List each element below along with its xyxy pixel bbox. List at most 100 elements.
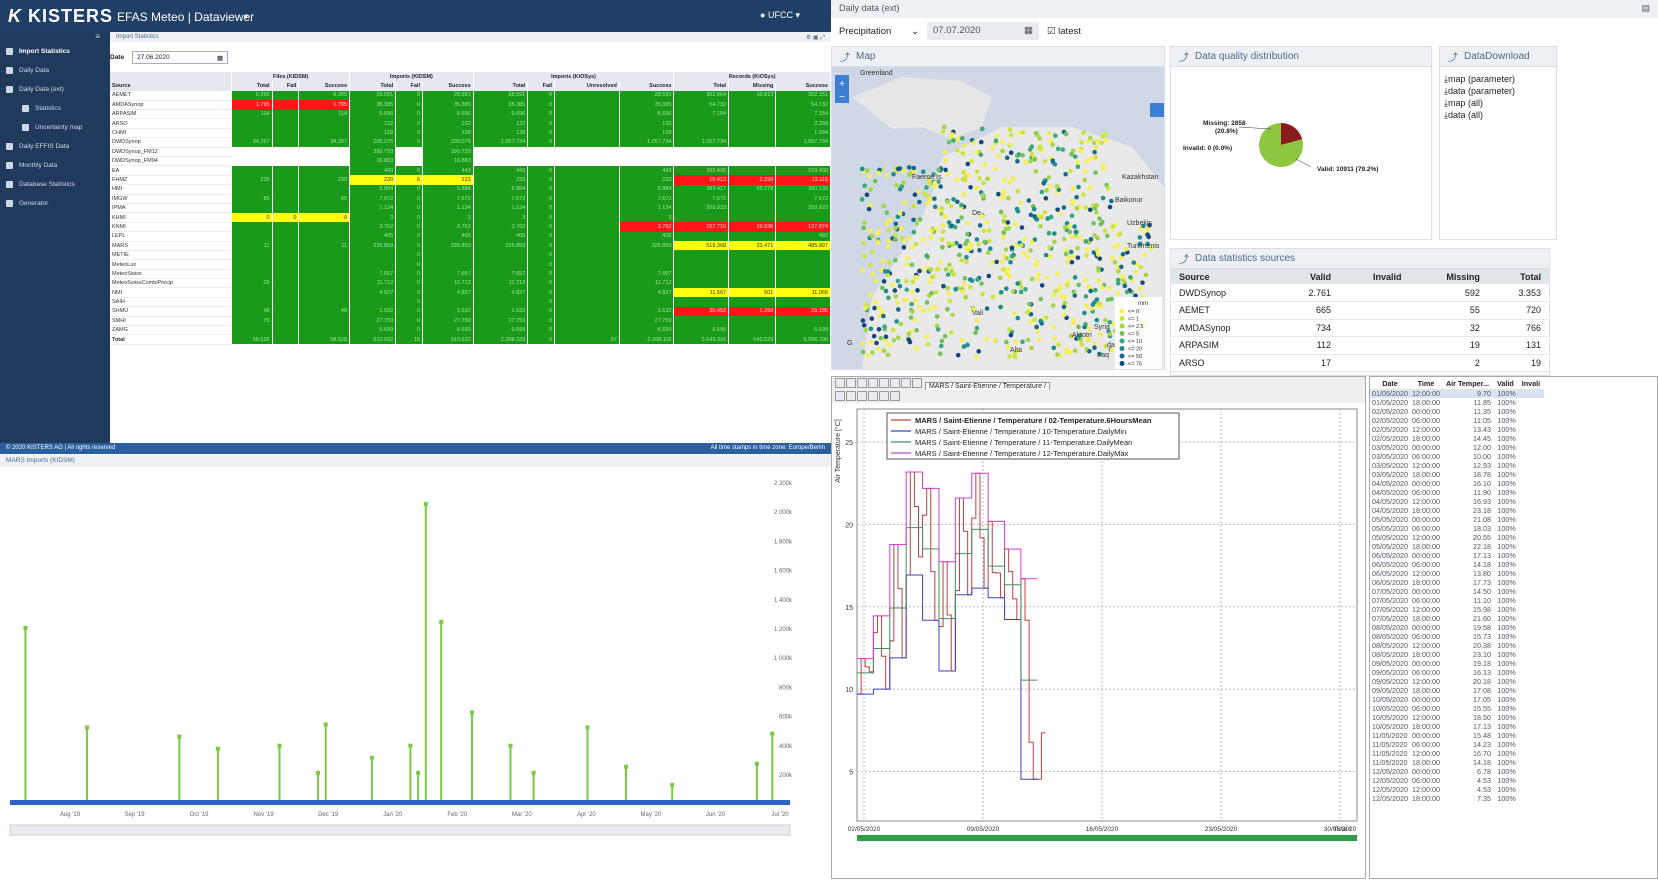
zoom-out-icon[interactable]: − [839,92,845,103]
table-row[interactable]: 06/05/2020 06:00:00 14.18 100% [1370,560,1544,569]
table-row[interactable]: 11/05/2020 06:00:00 14.23 100% [1370,740,1544,749]
table-row[interactable]: 01/05/2020 12:00:00 9.70 100% [1370,389,1545,398]
table-row[interactable]: SAIH 0 0 [110,297,831,308]
table-row[interactable]: 08/05/2020 06:00:00 15.73 100% [1370,632,1544,641]
table-row[interactable]: EA 443 0 443 443 0 443 159.430 159.430 [110,165,831,176]
table-row[interactable]: 08/05/2020 18:00:00 23.10 100% [1370,650,1544,659]
sidebar-item-daily-effis-data[interactable]: Daily EFFIS Data [0,137,110,156]
table-row[interactable]: IPMA 1.134 0 1.134 1.134 0 1.134 209.923 209.923 [110,203,831,214]
table-row[interactable]: FHMZ 239 239 239 6 233 233 0 233 15.413 2.298 13.11… [110,175,831,186]
column-header[interactable]: Total [231,81,273,91]
table-row[interactable]: 11/05/2020 18:00:00 14.18 100% [1370,758,1544,767]
mars-imports-chart[interactable]: 2 200k 2 000k 1 800k 1 600k 1 400k 1 200k 1 00… [0,467,831,879]
table-row[interactable]: 05/05/2020 18:00:00 22.18 100% [1370,542,1544,551]
table-row[interactable]: ZAMG 6.699 0 6.699 6.699 0 6.699 6.699 6.699 [110,325,831,336]
sidebar-item-generator[interactable]: Generator [0,194,110,213]
table-row[interactable]: SHMU 48 48 1.632 0 1.632 1.632 0 1.632 30.453 1.26… [110,306,831,317]
table-row[interactable]: 10/05/2020 06:00:00 15.55 100% [1370,704,1544,713]
sidebar-item-statistics[interactable]: Statistics [0,99,110,118]
cursor-icon[interactable] [835,391,845,401]
table-row[interactable]: AMDASynop 734 32 766 [1171,319,1549,337]
hamburger-icon[interactable]: ≡ [0,32,110,42]
column-header[interactable]: Success [619,81,675,91]
table-row[interactable]: MeteoSwissCombiPrecip 28 11.712 0 11.712 11.7… [110,278,831,289]
table-row[interactable]: AMDASynop 1.795 1.795 35.385 0 35.385 35.385 0 3… [110,100,831,111]
table-row[interactable]: 07/05/2020 00:00:00 14.50 100% [1370,587,1544,596]
table-row[interactable]: KNMI 3.762 0 3.762 3.762 0 3.762 157.710 19.836 1… [110,222,831,233]
latest-checkbox[interactable]: ☑ latest [1047,26,1081,37]
filter-icon[interactable] [868,391,878,401]
column-header[interactable]: Total [673,81,730,91]
table-row[interactable]: 03/05/2020 00:00:00 12.00 100% [1370,443,1544,452]
column-header[interactable]: Success [775,81,831,91]
navigator-bar[interactable] [9,824,791,836]
table-row[interactable]: METIE 0 0 [110,250,831,261]
column-header[interactable]: Missing [1409,269,1488,284]
download-link[interactable]: ⤓map (all) [1444,97,1552,109]
column-header[interactable]: Total [473,81,529,91]
table-row[interactable]: 02/05/2020 12:00:00 13.43 100% [1370,425,1544,434]
table-row[interactable]: ARPASIM 114 114 6.696 0 6.696 6.696 0 6.696 7.154… [110,109,831,120]
zoom-icon[interactable] [835,378,845,388]
table-row[interactable]: 05/05/2020 00:00:00 21.08 100% [1370,515,1544,524]
table-row[interactable]: 03/05/2020 18:00:00 18.78 100% [1370,470,1544,479]
download-link[interactable]: ⤓map (parameter) [1444,73,1552,85]
table-row[interactable]: KHMI 0 0 0 3 0 3 3 0 3 [110,212,831,223]
table-row[interactable]: 01/05/2020 18:00:00 11.85 100% [1370,398,1544,407]
download-link[interactable]: ⤓data (all) [1444,109,1552,121]
grid-icon[interactable] [879,378,889,388]
column-header[interactable]: Time [1410,377,1442,389]
table-row[interactable]: 06/05/2020 18:00:00 17.73 100% [1370,578,1544,587]
sidebar-item-monthly-data[interactable]: Monthly Data [0,156,110,175]
sidebar-item-daily-data[interactable]: Daily Data [0,61,110,80]
table-row[interactable]: 02/05/2020 18:00:00 14.45 100% [1370,434,1544,443]
table-row[interactable]: DWDSynop_FM94 16.883 16.883 [110,156,831,167]
sum-icon[interactable] [857,391,867,401]
table-row[interactable]: 12/05/2020 00:00:00 6.78 100% [1370,767,1544,776]
sidebar-item-import-statistics[interactable]: Import Statistics [0,42,110,61]
column-header[interactable]: Valid [1277,269,1339,284]
panel-tools[interactable]: ⚙ ▣ ⤢ [806,34,825,41]
sidebar-item-daily-data-ext-[interactable]: Daily Data (ext) [0,80,110,99]
table-row[interactable]: NMI 4.827 0 4.827 4.827 0 4.827 11.567 501 11.066 [110,287,831,298]
export-icon[interactable] [879,391,889,401]
table-icon[interactable] [912,378,922,388]
refresh-icon[interactable] [890,391,900,401]
sidebar-item-uncertainty-map[interactable]: Uncertainty map [0,118,110,137]
sidebar-item-database-statistics[interactable]: Database Statistics [0,175,110,194]
table-row[interactable]: 04/05/2020 18:00:00 23.18 100% [1370,506,1544,515]
parameter-select[interactable]: Precipitation ⌄ [839,26,919,37]
column-header[interactable]: Source [1171,269,1278,284]
table-row[interactable]: HMI 5.884 0 5.884 5.884 0 5.884 389.417 29.278 36… [110,184,831,195]
window-menu-icon[interactable]: ▤ [1641,3,1650,15]
column-header[interactable]: Valid [1493,377,1518,389]
column-header[interactable]: Total [1487,269,1549,284]
column-header[interactable]: Invalid [1339,269,1410,284]
table-row[interactable]: DWDSynop 2.761 592 3.353 [1171,284,1549,302]
column-header[interactable]: Total [349,81,397,91]
chevron-down-icon[interactable]: ▾ [244,12,248,21]
table-row[interactable]: 07/05/2020 18:00:00 21.60 100% [1370,614,1544,623]
temperature-chart[interactable]: 25 20 15 10 5 02/05/2020 09/05/2020 16/05/2020 2… [832,403,1365,878]
table-row[interactable]: 12/05/2020 12:00:00 4.53 100% [1370,785,1544,794]
column-header[interactable]: Missing [728,81,777,91]
column-header[interactable]: Success [298,81,351,91]
table-row[interactable]: AEMET 6.265 6.265 28.591 0 28.591 28.591 0 28.59… [110,90,831,101]
table-row[interactable]: 06/05/2020 12:00:00 13.80 100% [1370,569,1544,578]
table-row[interactable]: SMHI 75 27.759 0 27.759 27.759 0 27.759 [110,316,831,327]
table-row[interactable]: 04/05/2020 00:00:00 16.10 100% [1370,479,1544,488]
table-row[interactable]: Total 58.528 58.528 910.632 16 910.632 2.208.1… [110,334,831,345]
precipitation-map[interactable]: Greenland Faeroe Is. Kazakhstan Baikonur Uzb… [832,67,1164,369]
table-row[interactable]: DWDSynop 34.267 34.267 209.075 0 209.075 1.057… [110,137,831,148]
print-icon[interactable] [868,378,878,388]
zoom-in-icon[interactable] [846,391,856,401]
table-row[interactable]: AEMET 665 55 720 [1171,301,1549,320]
table-row[interactable]: 07/05/2020 06:00:00 11.10 100% [1370,596,1544,605]
table-row[interactable]: 11/05/2020 00:00:00 15.48 100% [1370,731,1544,740]
table-row[interactable]: CHMI 128 0 128 128 0 128 1.934 [110,128,831,139]
table-row[interactable]: 05/05/2020 06:00:00 18.03 100% [1370,524,1544,533]
calendar-icon[interactable]: ▦ [217,54,223,62]
column-header[interactable]: Unresolved [554,81,620,91]
table-row[interactable]: MeteoSwiss 7.657 0 7.657 7.657 0 7.657 [110,269,831,280]
table-row[interactable]: 12/05/2020 06:00:00 4.53 100% [1370,776,1544,785]
